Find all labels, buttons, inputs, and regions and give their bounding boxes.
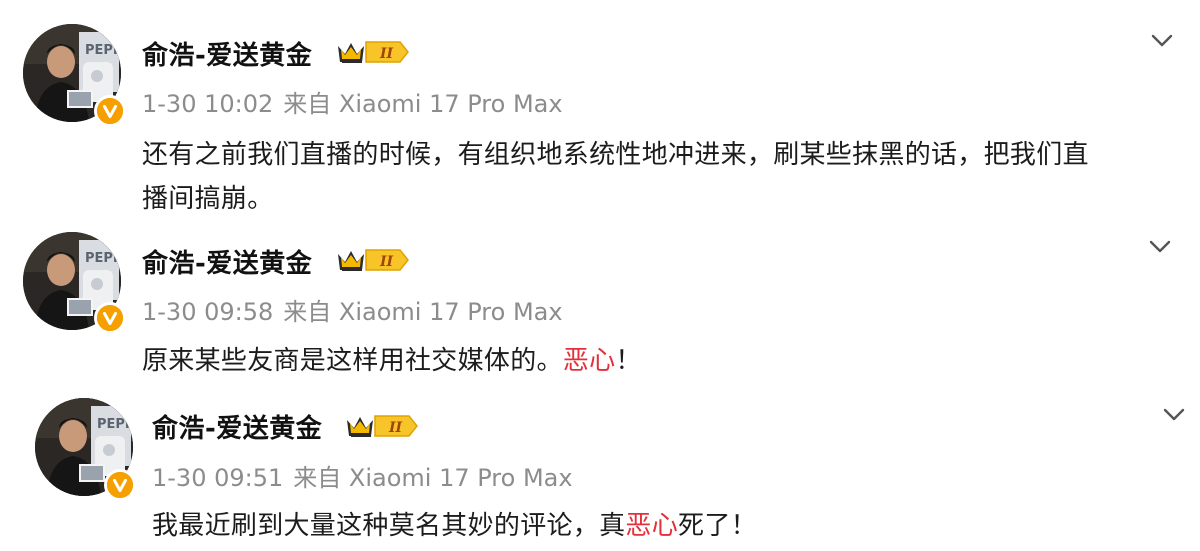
post-text-end: 死了！ [678, 511, 757, 541]
username[interactable]: 俞浩-爱送黄金 [152, 408, 322, 445]
source-prefix: 来自 [283, 90, 332, 118]
source-prefix: 来自 [293, 464, 342, 492]
chevron-down-icon[interactable] [1148, 26, 1176, 54]
post-meta: 1-30 09:58 来自 Xiaomi 17 Pro Max [142, 292, 563, 327]
chevron-down-icon[interactable] [1146, 232, 1174, 260]
post-time[interactable]: 1-30 09:51 [152, 464, 283, 492]
post-text-highlight: 恶心 [625, 511, 679, 541]
vip-crown-badge-icon[interactable] [345, 412, 419, 440]
device-source: Xiaomi 17 Pro Max [338, 298, 563, 326]
post-time[interactable]: 1-30 10:02 [142, 90, 273, 118]
post-text-end: ！ [615, 346, 642, 376]
post-time[interactable]: 1-30 09:58 [142, 298, 273, 326]
post-text-line1: 还有之前我们直播的时候，有组织地系统性地冲进来，刷某些抹黑的话，把我们直 [142, 140, 1089, 170]
post-text: 我最近刷到大量这种莫名其妙的评论，真恶心死了！ [152, 504, 757, 548]
device-source: Xiaomi 17 Pro Max [338, 90, 563, 118]
verified-badge-icon [104, 469, 136, 501]
username[interactable]: 俞浩-爱送黄金 [142, 243, 312, 280]
verified-badge-icon [94, 95, 126, 127]
post-text-main: 我最近刷到大量这种莫名其妙的评论，真 [152, 511, 626, 541]
source-prefix: 来自 [283, 298, 332, 326]
vip-crown-badge-icon[interactable] [336, 246, 410, 274]
post-meta: 1-30 09:51 来自 Xiaomi 17 Pro Max [152, 458, 573, 493]
post-text: 还有之前我们直播的时候，有组织地系统性地冲进来，刷某些抹黑的话，把我们直 播间搞… [142, 133, 1089, 221]
post-text-line2: 播间搞崩。 [142, 184, 274, 214]
post-meta: 1-30 10:02 来自 Xiaomi 17 Pro Max [142, 84, 563, 119]
verified-badge-icon [94, 302, 126, 334]
post-text: 原来某些友商是这样用社交媒体的。恶心！ [142, 339, 642, 383]
username[interactable]: 俞浩-爱送黄金 [142, 35, 312, 72]
device-source: Xiaomi 17 Pro Max [348, 464, 573, 492]
chevron-down-icon[interactable] [1160, 400, 1188, 428]
post-text-highlight: 恶心 [562, 346, 616, 376]
vip-crown-badge-icon[interactable] [336, 38, 410, 66]
post-text-main: 原来某些友商是这样用社交媒体的。 [142, 346, 563, 376]
